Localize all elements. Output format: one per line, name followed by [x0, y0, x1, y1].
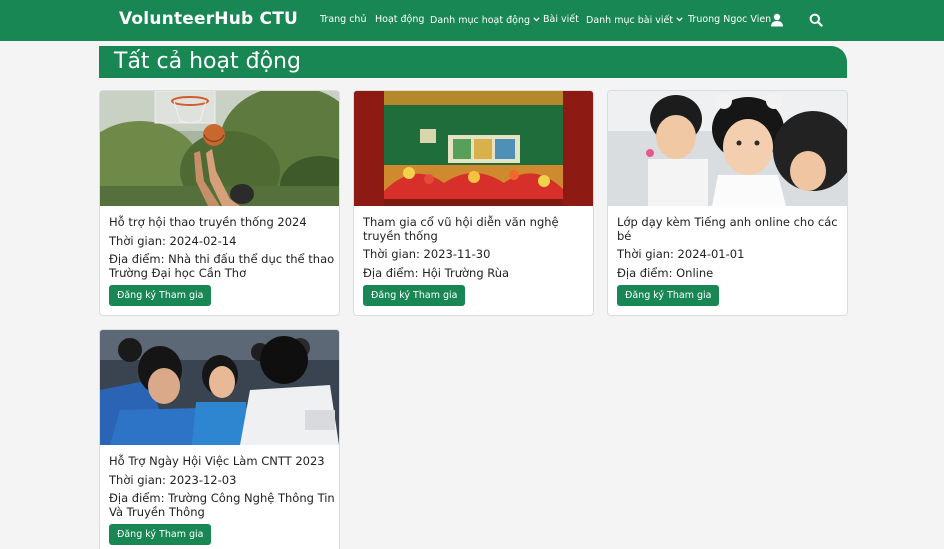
activity-card: Hỗ trợ hội thao truyền thống 2024 Thời g…	[99, 90, 340, 316]
activity-title: Tham gia cổ vũ hội diễn văn nghệ truyền …	[363, 215, 559, 243]
nav-item-label: Danh mục hoạt động	[430, 15, 531, 26]
stage-performance-photo	[354, 91, 593, 206]
nav-item-activity-categories[interactable]: Danh mục hoạt động	[430, 14, 540, 26]
activity-location: Địa điểm: Nhà thi đấu thể dục thể thao T…	[109, 252, 335, 280]
activity-location: Địa điểm: Online	[617, 266, 714, 280]
page-title-bar: Tất cả hoạt động	[99, 46, 847, 78]
activity-card: Tham gia cổ vũ hội diễn văn nghệ truyền …	[353, 90, 594, 316]
search-icon[interactable]	[809, 12, 823, 27]
activity-title: Lớp dạy kèm Tiếng anh online cho các bé	[617, 215, 838, 243]
nav-item-posts[interactable]: Bài viết	[543, 14, 579, 25]
activity-location: Địa điểm: Hội Trường Rùa	[363, 266, 510, 280]
activity-time: Thời gian: 2024-01-01	[617, 247, 745, 261]
activity-title: Hỗ Trợ Ngày Hội Việc Làm CNTT 2023	[109, 454, 325, 468]
job-fair-crowd-photo	[100, 330, 339, 445]
activity-time: Thời gian: 2023-11-30	[363, 247, 491, 261]
nav-item-post-categories[interactable]: Danh mục bài viết	[586, 14, 683, 26]
register-button[interactable]: Đăng ký Tham gia	[617, 285, 720, 306]
chevron-down-icon	[533, 14, 540, 25]
register-button[interactable]: Đăng ký Tham gia	[109, 524, 212, 545]
nav-item-activities[interactable]: Hoạt động	[375, 14, 424, 25]
activity-location: Địa điểm: Trường Công Nghệ Thông Tin Và …	[109, 491, 335, 519]
chevron-down-icon	[676, 14, 683, 25]
nav-item-home[interactable]: Trang chủ	[320, 14, 366, 25]
basketball-photo	[100, 91, 339, 206]
activity-title: Hỗ trợ hội thao truyền thống 2024	[109, 215, 307, 229]
user-icon[interactable]	[770, 12, 784, 27]
nav-item-label: Danh mục bài viết	[586, 15, 674, 26]
activity-card: Lớp dạy kèm Tiếng anh online cho các bé …	[607, 90, 848, 316]
activity-time: Thời gian: 2023-12-03	[109, 473, 237, 487]
activity-card: Hỗ Trợ Ngày Hội Việc Làm CNTT 2023 Thời …	[99, 329, 340, 549]
navbar: VolunteerHub CTU Trang chủ Hoạt động Dan…	[0, 0, 944, 41]
children-photo	[608, 91, 847, 206]
register-button[interactable]: Đăng ký Tham gia	[109, 285, 212, 306]
brand-logo[interactable]: VolunteerHub CTU	[119, 9, 298, 29]
register-button[interactable]: Đăng ký Tham gia	[363, 285, 466, 306]
activity-time: Thời gian: 2024-02-14	[109, 234, 237, 248]
nav-item-user[interactable]: Truong Ngoc Vien	[688, 14, 771, 25]
page-title: Tất cả hoạt động	[114, 49, 301, 74]
